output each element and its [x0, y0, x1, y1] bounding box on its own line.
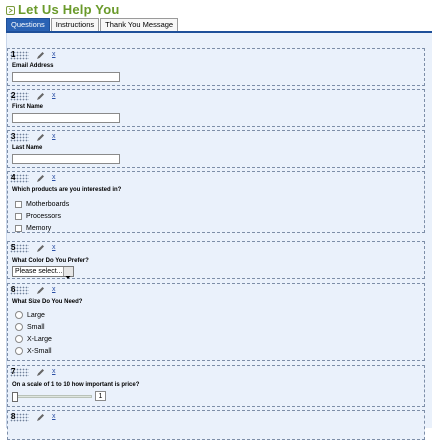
pencil-icon[interactable] — [36, 286, 45, 295]
radio-button[interactable] — [15, 311, 23, 319]
question-toolbar: 8 x — [10, 412, 70, 423]
question-toolbar: 2 x — [10, 91, 70, 102]
drag-handle[interactable]: 7 — [10, 367, 29, 377]
question-label: What Color Do You Prefer? — [12, 258, 89, 264]
drag-handle[interactable]: 6 — [10, 285, 29, 295]
questions-panel: 1 x Email Address 2 x First Name 3 x Las… — [6, 33, 432, 440]
radio-button[interactable] — [15, 323, 23, 331]
radio-option[interactable]: Small — [15, 322, 45, 332]
drag-handle[interactable]: 5 — [10, 243, 29, 253]
question-number: 7 — [11, 367, 16, 376]
drag-handle[interactable]: 2 — [10, 91, 29, 101]
email-field[interactable] — [12, 72, 120, 82]
price-slider-thumb[interactable] — [12, 392, 18, 402]
option-label: X-Small — [27, 347, 52, 355]
delete-link[interactable]: x — [52, 50, 56, 60]
tab-thank-you-message[interactable]: Thank You Message — [100, 18, 179, 31]
question-number: 8 — [11, 412, 16, 421]
checkbox[interactable] — [15, 200, 22, 208]
color-select[interactable]: Please select... — [12, 266, 74, 279]
question-number: 4 — [11, 173, 16, 182]
drag-handle[interactable]: 4 — [10, 173, 29, 183]
radio-option[interactable]: Large — [15, 310, 45, 320]
pencil-icon[interactable] — [36, 174, 45, 183]
drag-handle[interactable]: 8 — [10, 412, 29, 422]
question-color: 5 x What Color Do You Prefer? Please sel… — [7, 241, 425, 279]
question-partial: 8 x — [7, 410, 425, 440]
question-number: 3 — [11, 132, 16, 141]
radio-button[interactable] — [15, 347, 23, 355]
question-number: 6 — [11, 285, 16, 294]
pencil-icon[interactable] — [36, 51, 45, 60]
pencil-icon[interactable] — [36, 368, 45, 377]
question-label: On a scale of 1 to 10 how important is p… — [12, 382, 140, 388]
tab-questions[interactable]: Questions — [6, 18, 50, 31]
tab-bar: Questions Instructions Thank You Message — [6, 18, 179, 31]
question-last-name: 3 x Last Name — [7, 130, 425, 168]
question-price: 7 x On a scale of 1 to 10 how important … — [7, 365, 425, 407]
delete-link[interactable]: x — [52, 243, 56, 253]
option-label: Motherboards — [26, 200, 70, 208]
delete-link[interactable]: x — [52, 91, 56, 101]
radio-option[interactable]: X-Small — [15, 346, 52, 356]
page-title: Let Us Help You — [18, 2, 120, 17]
option-label: X-Large — [27, 335, 52, 343]
question-toolbar: 4 x — [10, 173, 70, 184]
checkbox-option[interactable]: Motherboards — [15, 199, 69, 209]
radio-button[interactable] — [15, 335, 23, 343]
question-number: 1 — [11, 50, 16, 59]
checkbox[interactable] — [15, 212, 22, 220]
pencil-icon[interactable] — [36, 244, 45, 253]
option-label: Large — [27, 311, 45, 319]
price-slider-track[interactable] — [16, 395, 92, 398]
option-label: Processors — [26, 212, 62, 220]
question-toolbar: 1 x — [10, 50, 70, 61]
question-toolbar: 6 x — [10, 285, 70, 296]
pencil-icon[interactable] — [36, 413, 45, 422]
question-products: 4 x Which products are you interested in… — [7, 171, 425, 233]
delete-link[interactable]: x — [52, 367, 56, 377]
drag-handle[interactable]: 1 — [10, 50, 29, 60]
first-name-field[interactable] — [12, 113, 120, 123]
checkbox-option[interactable]: Processors — [15, 211, 61, 221]
question-label: What Size Do You Need? — [12, 299, 83, 305]
pencil-icon[interactable] — [36, 92, 45, 101]
option-label: Memory — [26, 224, 52, 232]
question-email: 1 x Email Address — [7, 48, 425, 86]
question-number: 5 — [11, 243, 16, 252]
tab-instructions[interactable]: Instructions — [50, 18, 100, 31]
question-label: First Name — [12, 104, 44, 110]
delete-link[interactable]: x — [52, 412, 56, 422]
delete-link[interactable]: x — [52, 132, 56, 142]
delete-link[interactable]: x — [52, 173, 56, 183]
last-name-field[interactable] — [12, 154, 120, 164]
collapse-icon[interactable] — [6, 6, 15, 15]
question-size: 6 x What Size Do You Need? Large Small X… — [7, 283, 425, 361]
question-toolbar: 7 x — [10, 367, 70, 378]
price-slider-value[interactable]: 1 — [95, 391, 106, 401]
question-first-name: 2 x First Name — [7, 89, 425, 127]
question-label: Which products are you interested in? — [12, 187, 122, 193]
select-value: Please select... — [15, 268, 63, 275]
checkbox-option[interactable]: Memory — [15, 223, 51, 233]
option-label: Small — [27, 323, 45, 331]
drag-handle[interactable]: 3 — [10, 132, 29, 142]
pencil-icon[interactable] — [36, 133, 45, 142]
chevron-down-icon[interactable] — [63, 267, 73, 279]
checkbox[interactable] — [15, 224, 22, 232]
question-toolbar: 3 x — [10, 132, 70, 143]
question-number: 2 — [11, 91, 16, 100]
question-toolbar: 5 x — [10, 243, 70, 254]
page-header: Let Us Help You — [0, 0, 432, 18]
radio-option[interactable]: X-Large — [15, 334, 52, 344]
question-label: Last Name — [12, 145, 43, 151]
question-label: Email Address — [12, 63, 54, 69]
delete-link[interactable]: x — [52, 285, 56, 295]
